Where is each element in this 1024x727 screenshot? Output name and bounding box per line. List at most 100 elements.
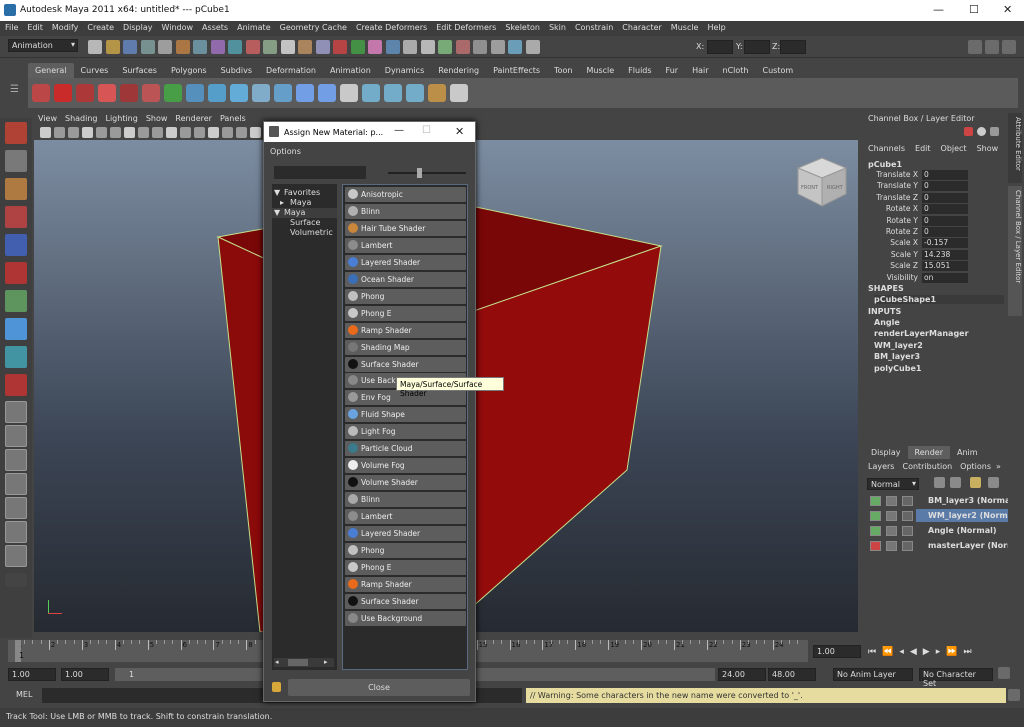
- panel-toolbar-icon[interactable]: [40, 127, 51, 138]
- panel-toolbar-icon[interactable]: [180, 127, 191, 138]
- shelf-tab-hair[interactable]: Hair: [685, 63, 715, 78]
- panel-toolbar-icon[interactable]: [124, 127, 135, 138]
- scale-tool-icon[interactable]: [5, 262, 27, 284]
- material-item[interactable]: Lambert: [345, 509, 466, 525]
- channel-attr-value[interactable]: 0: [922, 215, 968, 226]
- status-tool-icon[interactable]: [508, 40, 522, 54]
- status-tool-icon[interactable]: [280, 40, 295, 54]
- status-tool-icon[interactable]: [403, 40, 417, 54]
- shelf-tab-polygons[interactable]: Polygons: [164, 63, 214, 78]
- filter-input[interactable]: [274, 166, 366, 179]
- view-cube[interactable]: FRONT RIGHT: [792, 154, 852, 214]
- panel-menu-renderer[interactable]: Renderer: [171, 113, 216, 124]
- status-tool-icon[interactable]: [420, 40, 435, 54]
- layer-settings-icon[interactable]: [902, 496, 913, 506]
- shelf-tool-icon[interactable]: [230, 84, 248, 102]
- shelf-tool-icon[interactable]: [406, 84, 424, 102]
- shelf-tool-icon[interactable]: [428, 84, 446, 102]
- menu-item-skeleton[interactable]: Skeleton: [500, 21, 544, 32]
- shelf-tool-icon[interactable]: [274, 84, 292, 102]
- status-tool-icon[interactable]: [490, 40, 505, 54]
- shelf-tool-icon[interactable]: [98, 84, 116, 102]
- shelf-tab-ncloth[interactable]: nCloth: [716, 63, 756, 78]
- dialog-minimize-button[interactable]: —: [394, 125, 404, 136]
- scroll-right-icon[interactable]: ▸: [324, 658, 328, 666]
- material-item[interactable]: Light Fog: [345, 424, 466, 440]
- lasso-tool-icon[interactable]: [5, 150, 27, 172]
- menu-set-dropdown[interactable]: Animation ▾: [8, 39, 78, 52]
- panel-toolbar-icon[interactable]: [96, 127, 107, 138]
- close-button[interactable]: ✕: [1003, 3, 1012, 16]
- layer-menu-layers[interactable]: Layers: [868, 462, 894, 471]
- render-layer-row[interactable]: BM_layer3 (Normal): [866, 494, 1008, 508]
- shelf-tab-rendering[interactable]: Rendering: [431, 63, 486, 78]
- menu-item-edit-deformers[interactable]: Edit Deformers: [431, 21, 500, 32]
- soft-mod-tool-icon[interactable]: [5, 318, 27, 340]
- layer-visibility-icon[interactable]: [886, 511, 897, 521]
- channel-attr-row[interactable]: Scale X -0.157: [866, 238, 1004, 249]
- layer-visibility-icon[interactable]: [886, 541, 897, 551]
- channel-attr-row[interactable]: Translate Z 0: [866, 192, 1004, 204]
- status-tool-icon[interactable]: [385, 40, 400, 54]
- status-tool-icon[interactable]: [245, 40, 260, 54]
- shelf-tool-icon[interactable]: [120, 84, 138, 102]
- x-field[interactable]: [707, 40, 733, 54]
- new-layer-icon[interactable]: [934, 477, 945, 488]
- channel-attr-value[interactable]: -0.157: [922, 238, 968, 249]
- anim-layer-dropdown[interactable]: No Anim Layer: [833, 668, 913, 681]
- tree-expand-icon[interactable]: ▸: [280, 198, 284, 207]
- shelf-tab-curves[interactable]: Curves: [74, 63, 116, 78]
- end-time-field[interactable]: 48.00: [768, 668, 816, 681]
- menu-item-window[interactable]: Window: [157, 21, 198, 32]
- outliner-layout-icon[interactable]: [5, 545, 27, 567]
- material-item[interactable]: Ocean Shader: [345, 271, 466, 287]
- render-layer-row[interactable]: WM_layer2 (Normal): [866, 509, 1008, 523]
- channel-attr-row[interactable]: Rotate Z 0: [866, 227, 1004, 238]
- shelf-tool-icon[interactable]: [252, 84, 270, 102]
- shelf-tab-general[interactable]: General: [28, 63, 74, 78]
- material-item[interactable]: Ramp Shader: [345, 322, 466, 338]
- shelf-tool-icon[interactable]: [384, 84, 402, 102]
- panel-toolbar-icon[interactable]: [152, 127, 163, 138]
- command-language-label[interactable]: MEL: [16, 690, 32, 699]
- material-item[interactable]: Blinn: [345, 492, 466, 508]
- panel-toolbar-icon[interactable]: [138, 127, 149, 138]
- layout-menu-icon[interactable]: [5, 573, 27, 587]
- channel-box-menu-channels[interactable]: Channels: [868, 144, 905, 153]
- status-tool-icon[interactable]: [263, 40, 277, 54]
- input-node[interactable]: polyCube1: [874, 364, 921, 373]
- step-back-icon[interactable]: ⏪: [882, 647, 899, 657]
- shelf-tab-dynamics[interactable]: Dynamics: [378, 63, 431, 78]
- status-tool-icon[interactable]: [123, 40, 137, 54]
- channel-attr-row[interactable]: Translate X 0: [866, 170, 1004, 181]
- material-item[interactable]: Layered Shader: [345, 526, 466, 541]
- menu-item-assets[interactable]: Assets: [197, 21, 232, 32]
- shelf-menu-icon[interactable]: ☰: [10, 84, 22, 102]
- material-item[interactable]: Ramp Shader: [345, 576, 466, 592]
- shelf-tool-icon[interactable]: [32, 84, 50, 102]
- go-to-start-icon[interactable]: ⏮: [868, 647, 882, 657]
- channel-attr-value[interactable]: 15.051: [922, 261, 968, 272]
- panel-toolbar-icon[interactable]: [54, 127, 65, 138]
- menu-item-skin[interactable]: Skin: [544, 21, 570, 32]
- render-layer-name[interactable]: Angle (Normal): [916, 524, 1008, 537]
- layer-render-icon[interactable]: [870, 526, 881, 536]
- scroll-left-icon[interactable]: ◂: [275, 658, 279, 666]
- shelf-tool-icon[interactable]: [340, 84, 358, 102]
- channel-attr-value[interactable]: 0: [922, 170, 968, 180]
- status-tool-icon[interactable]: [333, 40, 347, 54]
- blend-mode-dropdown[interactable]: Normal ▾: [867, 478, 919, 490]
- material-item[interactable]: Phong: [345, 542, 466, 558]
- menu-item-animate[interactable]: Animate: [232, 21, 275, 32]
- channel-attr-value[interactable]: 0: [922, 181, 968, 192]
- dialog-options-menu[interactable]: Options: [270, 147, 301, 156]
- shelf-tool-icon[interactable]: [164, 84, 182, 102]
- panel-toolbar-icon[interactable]: [82, 127, 93, 138]
- material-category[interactable]: ▸ Maya: [278, 198, 337, 208]
- four-view-layout-icon[interactable]: [5, 425, 27, 447]
- step-forward-icon[interactable]: ⏩: [946, 647, 963, 657]
- menu-item-edit[interactable]: Edit: [22, 21, 47, 32]
- menu-item-display[interactable]: Display: [118, 21, 157, 32]
- panel-toolbar-icon[interactable]: [166, 127, 177, 138]
- menu-item-modify[interactable]: Modify: [47, 21, 83, 32]
